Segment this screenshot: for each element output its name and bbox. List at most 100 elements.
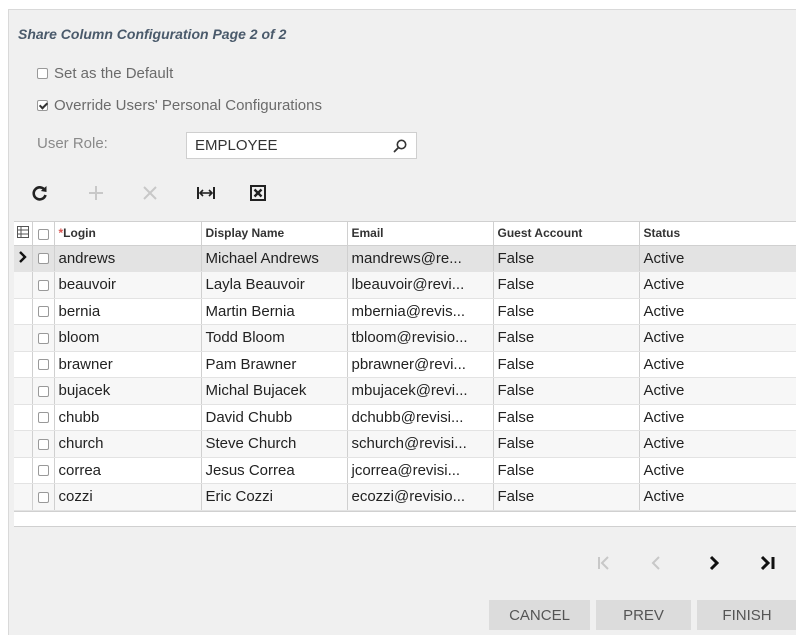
- row-select-cell[interactable]: [32, 298, 55, 325]
- cell-guest-account[interactable]: False: [493, 404, 640, 431]
- table-row[interactable]: cozzi Eric Cozzi ecozzi@revisio... False Act…: [14, 483, 796, 511]
- select-all-checkbox[interactable]: [37, 228, 49, 240]
- cell-login[interactable]: brawner: [54, 351, 202, 378]
- row-checkbox[interactable]: [37, 438, 49, 450]
- cell-email[interactable]: mbujacek@revi...: [347, 377, 494, 405]
- cell-display-name[interactable]: Eric Cozzi: [201, 483, 348, 511]
- row-select-cell[interactable]: [32, 483, 55, 511]
- row-select-cell[interactable]: [32, 324, 55, 352]
- row-settings-header[interactable]: [14, 222, 33, 246]
- set-default-option[interactable]: Set as the Default: [37, 65, 173, 82]
- cell-email[interactable]: mbernia@revis...: [347, 298, 494, 325]
- cell-display-name[interactable]: Martin Bernia: [201, 298, 348, 325]
- set-default-checkbox[interactable]: [37, 68, 48, 79]
- column-header-login[interactable]: *Login: [54, 222, 202, 246]
- cell-status[interactable]: Active: [639, 404, 796, 431]
- column-header-display-name[interactable]: Display Name: [201, 222, 348, 246]
- row-checkbox[interactable]: [37, 306, 49, 318]
- cell-email[interactable]: ecozzi@revisio...: [347, 483, 494, 511]
- table-row[interactable]: chubb David Chubb dchubb@revisi... False Act…: [14, 404, 796, 431]
- cell-login[interactable]: andrews: [54, 245, 202, 272]
- column-header-email[interactable]: Email: [347, 222, 494, 246]
- table-row[interactable]: bujacek Michal Bujacek mbujacek@revi... Fal…: [14, 377, 796, 405]
- row-indicator[interactable]: [14, 298, 33, 325]
- cell-login[interactable]: beauvoir: [54, 271, 202, 299]
- override-checkbox[interactable]: [37, 100, 48, 111]
- cell-status[interactable]: Active: [639, 271, 796, 299]
- cell-status[interactable]: Active: [639, 324, 796, 352]
- cell-display-name[interactable]: Pam Brawner: [201, 351, 348, 378]
- cell-guest-account[interactable]: False: [493, 483, 640, 511]
- row-select-cell[interactable]: [32, 245, 55, 272]
- refresh-button[interactable]: [25, 178, 55, 208]
- cell-guest-account[interactable]: False: [493, 324, 640, 352]
- table-row[interactable]: beauvoir Layla Beauvoir lbeauvoir@revi... F…: [14, 271, 796, 299]
- cell-display-name[interactable]: Michal Bujacek: [201, 377, 348, 405]
- export-excel-button[interactable]: [243, 178, 273, 208]
- row-select-cell[interactable]: [32, 351, 55, 378]
- table-row[interactable]: correa Jesus Correa jcorrea@revisi... False…: [14, 457, 796, 484]
- select-all-header[interactable]: [32, 222, 55, 246]
- override-option[interactable]: Override Users' Personal Configurations: [37, 97, 322, 114]
- cell-display-name[interactable]: David Chubb: [201, 404, 348, 431]
- prev-button[interactable]: PREV: [596, 600, 691, 630]
- search-icon[interactable]: [392, 138, 408, 154]
- row-select-cell[interactable]: [32, 271, 55, 299]
- delete-row-button[interactable]: [135, 178, 165, 208]
- cell-guest-account[interactable]: False: [493, 351, 640, 378]
- cell-guest-account[interactable]: False: [493, 298, 640, 325]
- fit-columns-button[interactable]: [191, 178, 221, 208]
- cell-guest-account[interactable]: False: [493, 245, 640, 272]
- row-checkbox[interactable]: [37, 359, 49, 371]
- row-checkbox[interactable]: [37, 491, 49, 503]
- table-row[interactable]: andrews Michael Andrews mandrews@re... Fals…: [14, 245, 796, 272]
- cell-display-name[interactable]: Jesus Correa: [201, 457, 348, 484]
- cell-status[interactable]: Active: [639, 457, 796, 484]
- cell-email[interactable]: lbeauvoir@revi...: [347, 271, 494, 299]
- cell-email[interactable]: dchubb@revisi...: [347, 404, 494, 431]
- row-select-cell[interactable]: [32, 457, 55, 484]
- table-row[interactable]: bernia Martin Bernia mbernia@revis... False…: [14, 298, 796, 325]
- row-select-cell[interactable]: [32, 404, 55, 431]
- finish-button[interactable]: FINISH: [697, 600, 796, 630]
- cell-email[interactable]: schurch@revisi...: [347, 430, 494, 458]
- row-checkbox[interactable]: [37, 253, 49, 265]
- cell-guest-account[interactable]: False: [493, 271, 640, 299]
- row-indicator[interactable]: [14, 483, 33, 511]
- row-indicator[interactable]: [14, 324, 33, 352]
- table-row[interactable]: brawner Pam Brawner pbrawner@revi... False A…: [14, 351, 796, 378]
- cell-login[interactable]: church: [54, 430, 202, 458]
- row-indicator[interactable]: [14, 245, 33, 272]
- cell-login[interactable]: bujacek: [54, 377, 202, 405]
- prev-page-button[interactable]: [641, 551, 671, 575]
- next-page-button[interactable]: [699, 551, 729, 575]
- cell-login[interactable]: cozzi: [54, 483, 202, 511]
- cell-email[interactable]: mandrews@re...: [347, 245, 494, 272]
- cell-status[interactable]: Active: [639, 377, 796, 405]
- cancel-button[interactable]: CANCEL: [489, 600, 590, 630]
- last-page-button[interactable]: [753, 551, 783, 575]
- row-checkbox[interactable]: [37, 385, 49, 397]
- cell-login[interactable]: bloom: [54, 324, 202, 352]
- cell-display-name[interactable]: Michael Andrews: [201, 245, 348, 272]
- row-indicator[interactable]: [14, 430, 33, 458]
- cell-status[interactable]: Active: [639, 245, 796, 272]
- row-select-cell[interactable]: [32, 377, 55, 405]
- column-header-guest-account[interactable]: Guest Account: [493, 222, 640, 246]
- row-checkbox[interactable]: [37, 332, 49, 344]
- row-select-cell[interactable]: [32, 430, 55, 458]
- cell-login[interactable]: bernia: [54, 298, 202, 325]
- add-row-button[interactable]: [81, 178, 111, 208]
- cell-display-name[interactable]: Steve Church: [201, 430, 348, 458]
- table-row[interactable]: bloom Todd Bloom tbloom@revisio... False Act…: [14, 324, 796, 352]
- user-role-field[interactable]: EMPLOYEE: [186, 132, 417, 159]
- cell-status[interactable]: Active: [639, 430, 796, 458]
- cell-display-name[interactable]: Todd Bloom: [201, 324, 348, 352]
- cell-status[interactable]: Active: [639, 351, 796, 378]
- cell-status[interactable]: Active: [639, 298, 796, 325]
- cell-status[interactable]: Active: [639, 483, 796, 511]
- row-checkbox[interactable]: [37, 279, 49, 291]
- first-page-button[interactable]: [589, 551, 619, 575]
- cell-email[interactable]: pbrawner@revi...: [347, 351, 494, 378]
- row-indicator[interactable]: [14, 457, 33, 484]
